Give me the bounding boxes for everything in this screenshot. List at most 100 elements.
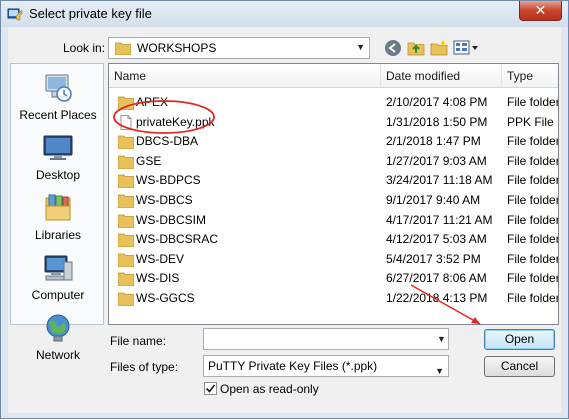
file-name-input[interactable]	[203, 328, 449, 350]
network-icon	[46, 314, 70, 342]
file-type: File folder	[507, 232, 559, 247]
close-button[interactable]: ✕	[519, 1, 562, 21]
folder-icon	[118, 174, 134, 189]
folder-icon	[118, 155, 134, 169]
file-type: File folder	[507, 193, 559, 207]
file-row[interactable]: WS-GGCS 1/22/2018 4:13 PM File folder	[109, 289, 559, 308]
desktop-icon	[43, 135, 73, 160]
open-button[interactable]: Open	[484, 329, 555, 350]
file-date: 2/1/2018 1:47 PM	[386, 134, 481, 149]
checkmark-icon	[205, 384, 216, 393]
place-desktop[interactable]: Desktop	[11, 132, 105, 182]
back-icon[interactable]	[384, 39, 402, 57]
recent-places-icon	[45, 74, 72, 102]
chevron-down-icon[interactable]: ▼	[356, 42, 365, 52]
folder-icon	[115, 42, 131, 55]
new-folder-icon[interactable]	[430, 39, 448, 57]
folder-icon	[118, 214, 134, 228]
look-in-label: Look in:	[63, 41, 106, 55]
file-date: 5/4/2017 3:52 PM	[386, 251, 481, 266]
file-type: File folder	[507, 271, 559, 286]
file-type: PPK File	[507, 114, 554, 129]
place-label: Recent Places	[19, 108, 97, 122]
file-date: 4/12/2017 5:03 AM	[386, 232, 487, 247]
file-type: File folder	[507, 173, 559, 188]
file-row[interactable]: DBCS-DBA 2/1/2018 1:47 PM File folder	[109, 132, 559, 151]
column-header-name[interactable]: Name	[109, 64, 381, 88]
file-row[interactable]: APEX 2/10/2017 4:08 PM File folder	[109, 93, 558, 112]
file-row[interactable]: GSE 1/27/2017 9:03 AM File folder	[109, 152, 559, 171]
file-name: DBCS-DBA	[136, 134, 199, 149]
place-recent-places[interactable]: Recent Places	[11, 72, 105, 122]
file-name: WS-BDPCS	[136, 173, 201, 188]
file-row[interactable]: WS-BDPCS 3/24/2017 11:18 AM File folder	[109, 171, 559, 190]
file-name: APEX	[136, 95, 169, 109]
file-name: WS-DBCS	[136, 193, 193, 207]
place-computer[interactable]: Computer	[11, 252, 105, 302]
file-row[interactable]: WS-DEV 5/4/2017 3:52 PM File folder	[109, 250, 559, 269]
window-title: Select private key file	[29, 6, 152, 21]
view-menu-icon[interactable]	[453, 39, 479, 57]
file-date: 1/27/2017 9:03 AM	[386, 153, 487, 168]
place-label: Computer	[31, 288, 85, 302]
file-list-header: Name Date modified Type	[109, 64, 558, 88]
file-date: 4/17/2017 11:21 AM	[386, 212, 493, 227]
file-date: 6/27/2017 8:06 AM	[386, 271, 487, 286]
file-date: 1/31/2018 1:50 PM	[386, 114, 488, 129]
file-type-value: PuTTY Private Key Files (*.ppk)	[208, 359, 378, 373]
file-name: WS-DBCSIM	[136, 212, 206, 227]
file-name-label: File name:	[110, 334, 167, 348]
folder-icon	[118, 253, 134, 267]
place-label: Desktop	[35, 168, 81, 182]
select-private-key-dialog: Select private key file ✕ Look in: WORKS…	[0, 0, 569, 419]
file-name: privateKey.ppk	[136, 114, 215, 129]
file-name: WS-GGCS	[136, 291, 195, 305]
file-type: File folder	[507, 291, 559, 305]
file-type: File folder	[507, 212, 559, 227]
folder-icon	[118, 194, 134, 208]
file-icon	[120, 114, 132, 130]
file-date: 9/1/2017 9:40 AM	[386, 193, 481, 207]
file-date: 3/24/2017 11:18 AM	[386, 173, 493, 188]
column-header-type[interactable]: Type	[502, 64, 558, 88]
read-only-checkbox[interactable]	[204, 382, 217, 395]
close-icon: ✕	[534, 2, 547, 18]
look-in-value: WORKSHOPS	[137, 41, 217, 55]
file-type-label: Files of type:	[110, 360, 179, 374]
computer-icon	[44, 255, 73, 281]
file-name: WS-DEV	[136, 251, 184, 266]
file-list[interactable]: Name Date modified Type APEX 2/10/2017 4:…	[108, 63, 559, 325]
file-row[interactable]: WS-DBCSIM 4/17/2017 11:21 AM File folder	[109, 211, 559, 230]
libraries-icon	[45, 194, 71, 221]
folder-icon	[118, 272, 134, 287]
cancel-button[interactable]: Cancel	[484, 356, 555, 377]
file-name: WS-DIS	[136, 271, 180, 286]
dialog-body: Look in: WORKSHOPS ▼ Recent Places Deskt…	[8, 27, 561, 413]
folder-icon	[118, 233, 134, 248]
file-date: 1/22/2018 4:13 PM	[386, 291, 488, 305]
chevron-down-icon[interactable]: ▼	[435, 361, 444, 381]
place-label: Libraries	[34, 228, 82, 242]
place-network[interactable]: Network	[11, 312, 105, 362]
file-row[interactable]: WS-DIS 6/27/2017 8:06 AM File folder	[109, 269, 559, 288]
up-folder-icon[interactable]	[407, 39, 425, 57]
file-row[interactable]: WS-DBCS 9/1/2017 9:40 AM File folder	[109, 191, 559, 210]
places-bar: Recent Places Desktop Libraries Computer…	[10, 63, 105, 362]
file-name: GSE	[136, 153, 162, 168]
file-type: File folder	[507, 251, 559, 266]
file-type: File folder	[507, 153, 559, 168]
folder-icon	[118, 292, 134, 306]
file-row[interactable]: privateKey.ppk 1/31/2018 1:50 PM PPK File	[109, 113, 558, 132]
folder-icon	[118, 96, 134, 110]
folder-icon	[118, 135, 134, 150]
title-bar[interactable]: Select private key file ✕	[1, 1, 568, 27]
file-date: 2/10/2017 4:08 PM	[386, 95, 488, 109]
file-row[interactable]: WS-DBCSRAC 4/12/2017 5:03 AM File folder	[109, 230, 559, 249]
column-header-date[interactable]: Date modified	[381, 64, 502, 88]
place-libraries[interactable]: Libraries	[11, 192, 105, 242]
look-in-dropdown[interactable]: WORKSHOPS ▼	[108, 37, 370, 59]
file-type-dropdown[interactable]: PuTTY Private Key Files (*.ppk) ▼	[203, 355, 449, 377]
file-name: WS-DBCSRAC	[136, 232, 219, 247]
place-label: Network	[35, 348, 80, 362]
file-type: File folder	[507, 134, 559, 149]
